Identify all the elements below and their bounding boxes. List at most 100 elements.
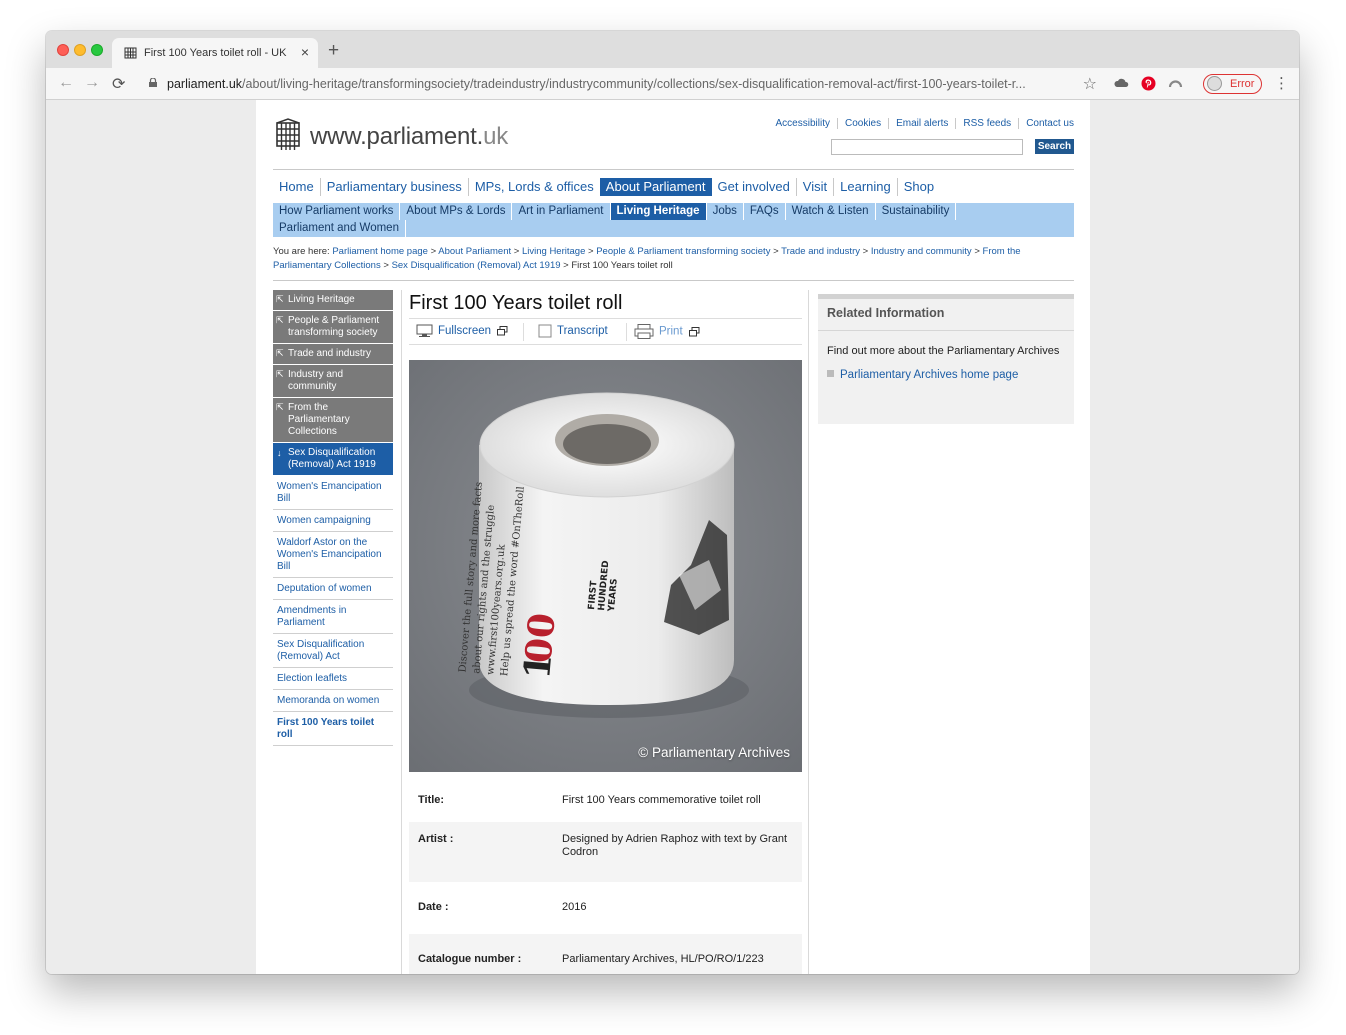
- email-alerts-link[interactable]: Email alerts: [888, 118, 956, 129]
- nav-visit[interactable]: Visit: [795, 178, 833, 196]
- sidebar-item[interactable]: Memoranda on women: [273, 690, 393, 712]
- brand-name: www.parliament.uk: [310, 123, 509, 150]
- printer-icon: [634, 324, 654, 339]
- back-button[interactable]: ←: [58, 74, 74, 92]
- metadata-row: Date : 2016: [418, 901, 587, 913]
- breadcrumb-link[interactable]: Sex Disqualification (Removal) Act 1919: [392, 260, 561, 271]
- metadata-row: Catalogue number : Parliamentary Archive…: [409, 934, 802, 974]
- breadcrumb-link[interactable]: Industry and community: [871, 246, 972, 257]
- site-search-input[interactable]: [831, 139, 1023, 155]
- subnav-about-mps-lords[interactable]: About MPs & Lords: [400, 203, 513, 220]
- browser-menu-icon[interactable]: ⋮: [1274, 74, 1289, 92]
- nav-about-parliament[interactable]: About Parliament: [599, 178, 712, 196]
- subnav-how-parliament-works[interactable]: How Parliament works: [273, 203, 401, 220]
- nav-get-involved[interactable]: Get involved: [712, 178, 796, 196]
- rss-feeds-link[interactable]: RSS feeds: [955, 118, 1019, 129]
- up-arrow-icon: ⇱: [276, 348, 284, 358]
- breadcrumb-link[interactable]: Trade and industry: [781, 246, 860, 257]
- subnav-jobs[interactable]: Jobs: [707, 203, 744, 220]
- nav-parliamentary-business[interactable]: Parliamentary business: [319, 178, 468, 196]
- image-credit: © Parliamentary Archives: [638, 745, 790, 760]
- breadcrumb-link[interactable]: Living Heritage: [522, 246, 585, 257]
- bullet-square-icon: [827, 370, 834, 377]
- sidebar-ancestor-living-heritage[interactable]: ⇱ Living Heritage: [273, 290, 393, 310]
- subnav-sustainability[interactable]: Sustainability: [876, 203, 957, 220]
- archives-home-link[interactable]: Parliamentary Archives home page: [818, 358, 1074, 381]
- sub-navigation: How Parliament works About MPs & Lords A…: [273, 203, 1074, 237]
- document-icon: [538, 324, 552, 338]
- article: First 100 Years toilet roll Fullscreen T…: [409, 290, 802, 974]
- nav-learning[interactable]: Learning: [833, 178, 897, 196]
- viewport: www.parliament.uk Accessibility Cookies Em…: [46, 100, 1299, 974]
- subnav-faqs[interactable]: FAQs: [744, 203, 786, 220]
- up-arrow-icon: ⇱: [276, 315, 284, 325]
- subnav-parliament-and-women[interactable]: Parliament and Women: [273, 220, 406, 237]
- nav-home[interactable]: Home: [273, 178, 320, 196]
- sidebar-ancestor-industry-community[interactable]: ⇱ Industry and community: [273, 365, 393, 397]
- article-tools: Fullscreen Transcript Print: [409, 318, 802, 345]
- svg-text:00: 00: [518, 611, 564, 665]
- close-tab-icon[interactable]: ×: [301, 44, 309, 60]
- sidebar-item[interactable]: Amendments in Parliament: [273, 600, 393, 634]
- profile-error-button[interactable]: Error: [1203, 74, 1262, 94]
- avatar-icon: [1207, 76, 1222, 91]
- print-button[interactable]: Print: [634, 324, 700, 339]
- lock-icon: [149, 78, 157, 87]
- cloud-extension-icon[interactable]: [1114, 76, 1129, 91]
- subnav-watch-listen[interactable]: Watch & Listen: [786, 203, 876, 220]
- sidebar-item[interactable]: Women campaigning: [273, 510, 393, 532]
- column-divider: [401, 290, 402, 974]
- url-text: parliament.uk/about/living-heritage/tran…: [167, 77, 1026, 91]
- portcullis-favicon-icon: [124, 47, 137, 59]
- address-bar[interactable]: parliament.uk/about/living-heritage/tran…: [141, 71, 1101, 97]
- cookies-link[interactable]: Cookies: [836, 118, 889, 129]
- browser-window: First 100 Years toilet roll - UK Parliam…: [46, 31, 1299, 974]
- subnav-living-heritage[interactable]: Living Heritage: [610, 203, 707, 220]
- contact-us-link[interactable]: Contact us: [1018, 118, 1074, 129]
- nav-mps-lords-offices[interactable]: MPs, Lords & offices: [467, 178, 600, 196]
- toilet-roll-photo[interactable]: 1 00 Help us spread the word #OnTheRoll …: [409, 360, 802, 772]
- sidebar-item-selected[interactable]: First 100 Years toilet roll: [273, 712, 393, 746]
- reload-button[interactable]: ⟳: [112, 74, 125, 94]
- forward-button[interactable]: →: [84, 74, 100, 92]
- search-button[interactable]: Search: [1035, 139, 1074, 154]
- maximize-window-button[interactable]: [91, 44, 103, 56]
- breadcrumb-link[interactable]: Parliament home page: [332, 246, 428, 257]
- pinterest-extension-icon[interactable]: [1141, 76, 1156, 91]
- object-metadata: Title: First 100 Years commemorative toi…: [409, 784, 802, 974]
- error-label: Error: [1230, 78, 1255, 90]
- breadcrumb-divider: [273, 280, 1074, 281]
- related-text: Find out more about the Parliamentary Ar…: [827, 345, 1060, 357]
- sidebar-ancestor-people-parliament[interactable]: ⇱ People & Parliament transforming societ…: [273, 311, 393, 343]
- minimize-window-button[interactable]: [74, 44, 86, 56]
- fullscreen-button[interactable]: Fullscreen: [416, 324, 508, 338]
- sidebar-item[interactable]: Women's Emancipation Bill: [273, 476, 393, 510]
- sidebar-item[interactable]: Deputation of women: [273, 578, 393, 600]
- breadcrumb-link[interactable]: People & Parliament transforming society: [596, 246, 770, 257]
- nav-shop[interactable]: Shop: [896, 178, 940, 196]
- transcript-button[interactable]: Transcript: [538, 324, 608, 338]
- subnav-art-in-parliament[interactable]: Art in Parliament: [512, 203, 611, 220]
- bookmark-star-icon[interactable]: ☆: [1083, 74, 1097, 94]
- up-arrow-icon: ⇱: [276, 402, 284, 412]
- breadcrumb-current: First 100 Years toilet roll: [571, 260, 673, 271]
- header-divider: [273, 169, 1074, 170]
- new-tab-button[interactable]: +: [328, 40, 339, 62]
- sidebar-item[interactable]: Election leaflets: [273, 668, 393, 690]
- browser-tab[interactable]: First 100 Years toilet roll - UK Parliam…: [112, 38, 318, 68]
- breadcrumb: You are here: Parliament home page > Abo…: [273, 246, 1021, 271]
- close-window-button[interactable]: [57, 44, 69, 56]
- accessibility-link[interactable]: Accessibility: [769, 118, 837, 129]
- related-information-panel: Related Information Find out more about …: [818, 294, 1074, 424]
- related-heading: Related Information: [818, 299, 1074, 331]
- sidebar-current-section[interactable]: ↓ Sex Disqualification (Removal) Act 1919: [273, 443, 393, 475]
- column-divider: [808, 290, 809, 974]
- new-window-icon: [688, 326, 700, 336]
- sidebar-ancestor-collections[interactable]: ⇱ From the Parliamentary Collections: [273, 398, 393, 442]
- sidebar-item[interactable]: Waldorf Astor on the Women's Emancipatio…: [273, 532, 393, 578]
- sidebar-ancestor-trade-industry[interactable]: ⇱ Trade and industry: [273, 344, 393, 364]
- sidebar-item[interactable]: Sex Disqualification (Removal) Act: [273, 634, 393, 668]
- breadcrumb-link[interactable]: About Parliament: [438, 246, 511, 257]
- arc-extension-icon[interactable]: [1168, 76, 1183, 91]
- main-navigation: Home Parliamentary business MPs, Lords &…: [273, 178, 940, 196]
